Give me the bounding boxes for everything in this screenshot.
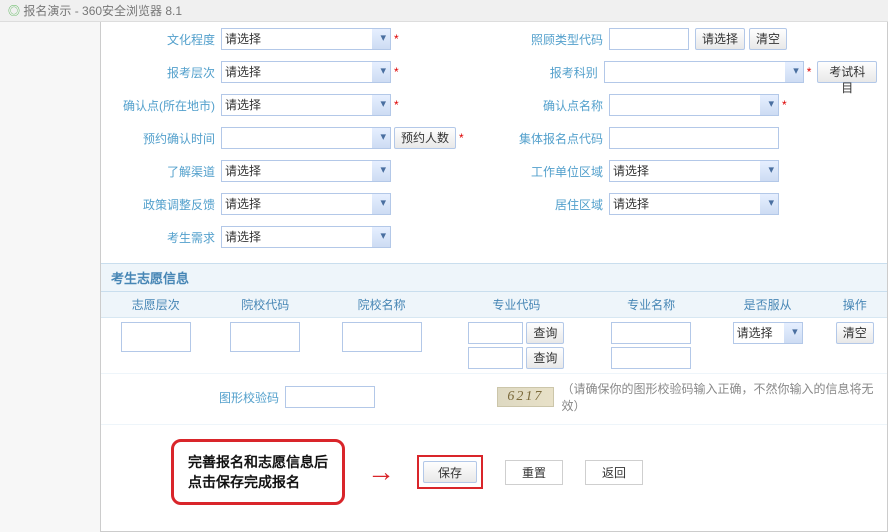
label-reserve: 预约确认时间 [111,130,221,147]
input-wish-level[interactable] [121,322,191,352]
save-highlight-box: 保存 [417,455,483,489]
row-channel: 了解渠道 请选择 [111,160,489,182]
row-demand: 考生需求 请选择 [111,226,489,248]
label-confirm: 确认点(所在地市) [111,97,221,114]
row-live: 居住区域 请选择 [499,193,877,215]
required-mark: * [394,65,399,79]
input-school-name[interactable] [342,322,422,352]
select-subject[interactable] [604,61,804,83]
back-button[interactable]: 返回 [585,460,643,485]
required-mark: * [807,65,812,79]
label-policy: 政策调整反馈 [111,196,221,213]
input-school-code[interactable] [230,322,300,352]
arrow-icon: → [367,456,395,488]
input-captcha[interactable] [285,386,375,408]
row-group: 集体报名点代码 [499,127,877,149]
row-care: 照顾类型代码 请选择 清空 [499,28,877,50]
row-level: 报考层次 请选择 * [111,61,489,83]
label-edu: 文化程度 [111,31,221,48]
select-channel[interactable]: 请选择 [221,160,391,182]
select-level[interactable]: 请选择 [221,61,391,83]
bottom-actions: 完善报名和志愿信息后 点击保存完成报名 → 保存 重置 返回 [101,425,887,515]
row-edu: 文化程度 请选择 * [111,28,489,50]
browser-icon: ◎ [8,4,20,18]
wish-section-title: 考生志愿信息 [101,263,887,292]
save-button[interactable]: 保存 [423,461,477,483]
input-major-name-2[interactable] [611,347,691,369]
row-reserve: 预约确认时间 预约人数 * [111,127,489,149]
col-major-name: 专业名称 [589,292,713,318]
instruction-callout: 完善报名和志愿信息后 点击保存完成报名 [171,439,345,505]
reset-button[interactable]: 重置 [505,460,563,485]
select-policy[interactable]: 请选择 [221,193,391,215]
select-demand[interactable]: 请选择 [221,226,391,248]
input-major-name-1[interactable] [611,322,691,344]
wish-header-row: 志愿层次 院校代码 院校名称 专业代码 专业名称 是否服从 操作 [101,292,887,318]
label-subject: 报考科别 [499,64,604,81]
required-mark: * [782,98,787,112]
btn-care-select[interactable]: 请选择 [695,28,745,50]
row-confirm-name: 确认点名称 * [499,94,877,116]
row-work: 工作单位区域 请选择 [499,160,877,182]
main-panel: 文化程度 请选择 * 照顾类型代码 请选择 清空 报考层次 请选择 * 报考科别… [100,22,888,532]
select-edu[interactable]: 请选择 [221,28,391,50]
label-work: 工作单位区域 [499,163,609,180]
btn-exam-subjects[interactable]: 考试科目 [817,61,877,83]
window-title-text: 报名演示 - 360安全浏览器 8.1 [23,4,182,18]
required-mark: * [394,32,399,46]
callout-line-1: 完善报名和志愿信息后 [188,452,328,472]
captcha-image[interactable]: 6217 [497,387,553,407]
captcha-row: 图形校验码 6217 （请确保你的图形校验码输入正确，不然你输入的信息将无效） [101,374,887,425]
input-care[interactable] [609,28,689,50]
captcha-hint: （请确保你的图形校验码输入正确，不然你输入的信息将无效） [562,380,877,414]
col-school-code: 院校代码 [210,292,319,318]
row-policy: 政策调整反馈 请选择 [111,193,489,215]
select-live[interactable]: 请选择 [609,193,779,215]
label-demand: 考生需求 [111,229,221,246]
row-subject: 报考科别 * 考试科目 [499,61,877,83]
btn-care-clear[interactable]: 清空 [749,28,787,50]
label-level: 报考层次 [111,64,221,81]
row-confirm: 确认点(所在地市) 请选择 * [111,94,489,116]
select-work[interactable]: 请选择 [609,160,779,182]
select-obey[interactable]: 请选择 [733,322,803,344]
callout-line-2: 点击保存完成报名 [188,472,328,492]
label-channel: 了解渠道 [111,163,221,180]
col-school-name: 院校名称 [320,292,444,318]
input-group[interactable] [609,127,779,149]
btn-reserve-count[interactable]: 预约人数 [394,127,456,149]
browser-title-bar: ◎ 报名演示 - 360安全浏览器 8.1 [0,0,888,22]
label-live: 居住区域 [499,196,609,213]
select-confirm[interactable]: 请选择 [221,94,391,116]
required-mark: * [459,131,464,145]
label-confirm-name: 确认点名称 [499,97,609,114]
input-major-code-1[interactable] [468,322,523,344]
label-care: 照顾类型代码 [499,31,609,48]
btn-query-major-1[interactable]: 查询 [526,322,564,344]
btn-query-major-2[interactable]: 查询 [526,347,564,369]
wish-row: 查询 查询 请选择 清空 [101,318,887,374]
col-obey: 是否服从 [713,292,822,318]
btn-wish-clear[interactable]: 清空 [836,322,874,344]
label-captcha: 图形校验码 [111,389,285,406]
select-reserve[interactable] [221,127,391,149]
input-major-code-2[interactable] [468,347,523,369]
required-mark: * [394,98,399,112]
col-level: 志愿层次 [101,292,210,318]
form-grid: 文化程度 请选择 * 照顾类型代码 请选择 清空 报考层次 请选择 * 报考科别… [101,22,887,263]
select-confirm-name[interactable] [609,94,779,116]
label-group: 集体报名点代码 [499,130,609,147]
col-op: 操作 [822,292,887,318]
col-major-code: 专业代码 [443,292,589,318]
wish-table: 志愿层次 院校代码 院校名称 专业代码 专业名称 是否服从 操作 查询 查询 [101,292,887,374]
